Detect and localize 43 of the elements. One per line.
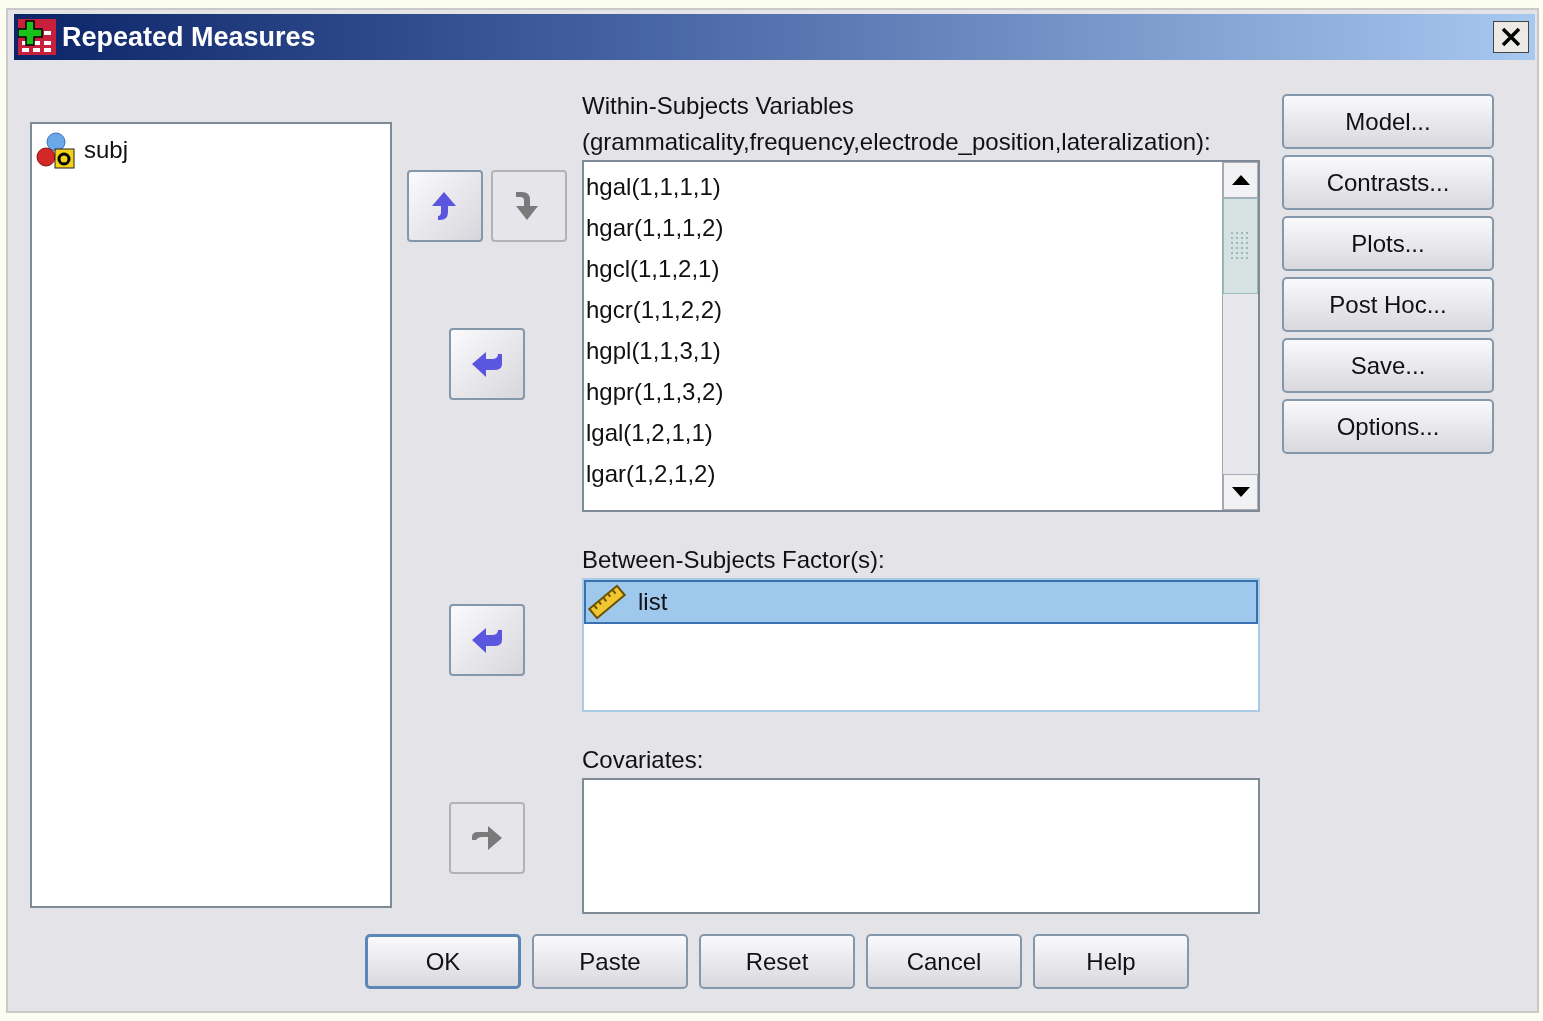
scroll-up-button[interactable] — [1223, 162, 1258, 198]
list-item[interactable]: hgpr(1,1,3,2) — [584, 371, 1222, 412]
within-subjects-list[interactable]: hgal(1,1,1,1) hgar(1,1,1,2) hgcl(1,1,2,1) hgcr(1,1,2,2) hgpl(1,1,3,1) hgpr(1,1,3,2) lgal(1,2,1,1) lgar(1,2,1,2) — [582, 160, 1260, 512]
reorder-button[interactable] — [407, 170, 483, 242]
move-button[interactable] — [449, 328, 525, 400]
up-triangle-icon — [1231, 175, 1250, 185]
dialog-button[interactable]: Reset — [699, 934, 855, 989]
field-label: Covariates: — [582, 745, 705, 775]
dialog-button[interactable]: Model... — [1282, 94, 1494, 149]
factor-list-label: (grammaticality,frequency,electrode_position,lateralization): — [582, 127, 1212, 157]
field-label: Within-Subjects Variables — [582, 91, 855, 121]
covariates-list[interactable] — [582, 778, 1260, 914]
scroll-down-button[interactable] — [1223, 474, 1258, 510]
dialog-button[interactable]: Help — [1033, 934, 1189, 989]
dialog-button[interactable]: Contrasts... — [1282, 155, 1494, 210]
ruler-icon — [588, 584, 626, 620]
dialog-button[interactable]: Options... — [1282, 399, 1494, 454]
list-item[interactable]: hgpl(1,1,3,1) — [584, 330, 1222, 371]
move-button[interactable] — [449, 604, 525, 676]
variable-list[interactable]: subj — [30, 122, 392, 908]
scroll-thumb[interactable] — [1223, 198, 1258, 294]
dialog-button[interactable]: Cancel — [866, 934, 1022, 989]
dialog-button[interactable]: Plots... — [1282, 216, 1494, 271]
list-item[interactable]: hgar(1,1,1,2) — [584, 207, 1222, 248]
list-item[interactable]: hgal(1,1,1,1) — [584, 166, 1222, 207]
field-label: Between-Subjects Factor(s): — [582, 545, 886, 575]
app-icon — [18, 19, 56, 55]
list-item[interactable]: lgar(1,2,1,2) — [584, 453, 1222, 494]
down-triangle-icon — [1231, 487, 1250, 497]
list-item[interactable]: hgcr(1,1,2,2) — [584, 289, 1222, 330]
variable-icon — [36, 131, 76, 169]
variable-item[interactable]: subj — [84, 132, 129, 168]
list-item[interactable]: lgal(1,2,1,1) — [584, 412, 1222, 453]
window-title: Repeated Measures — [62, 20, 316, 54]
close-button[interactable] — [1493, 21, 1529, 53]
close-icon — [1500, 26, 1522, 48]
dialog-button[interactable]: OK — [365, 934, 521, 989]
dialog-button[interactable]: Post Hoc... — [1282, 277, 1494, 332]
between-subjects-list[interactable]: list — [582, 578, 1260, 712]
dialog-button[interactable]: Paste — [532, 934, 688, 989]
list-item[interactable]: hgcl(1,1,2,1) — [584, 248, 1222, 289]
list-item[interactable]: list — [584, 580, 1258, 624]
dialog-button[interactable]: Save... — [1282, 338, 1494, 393]
